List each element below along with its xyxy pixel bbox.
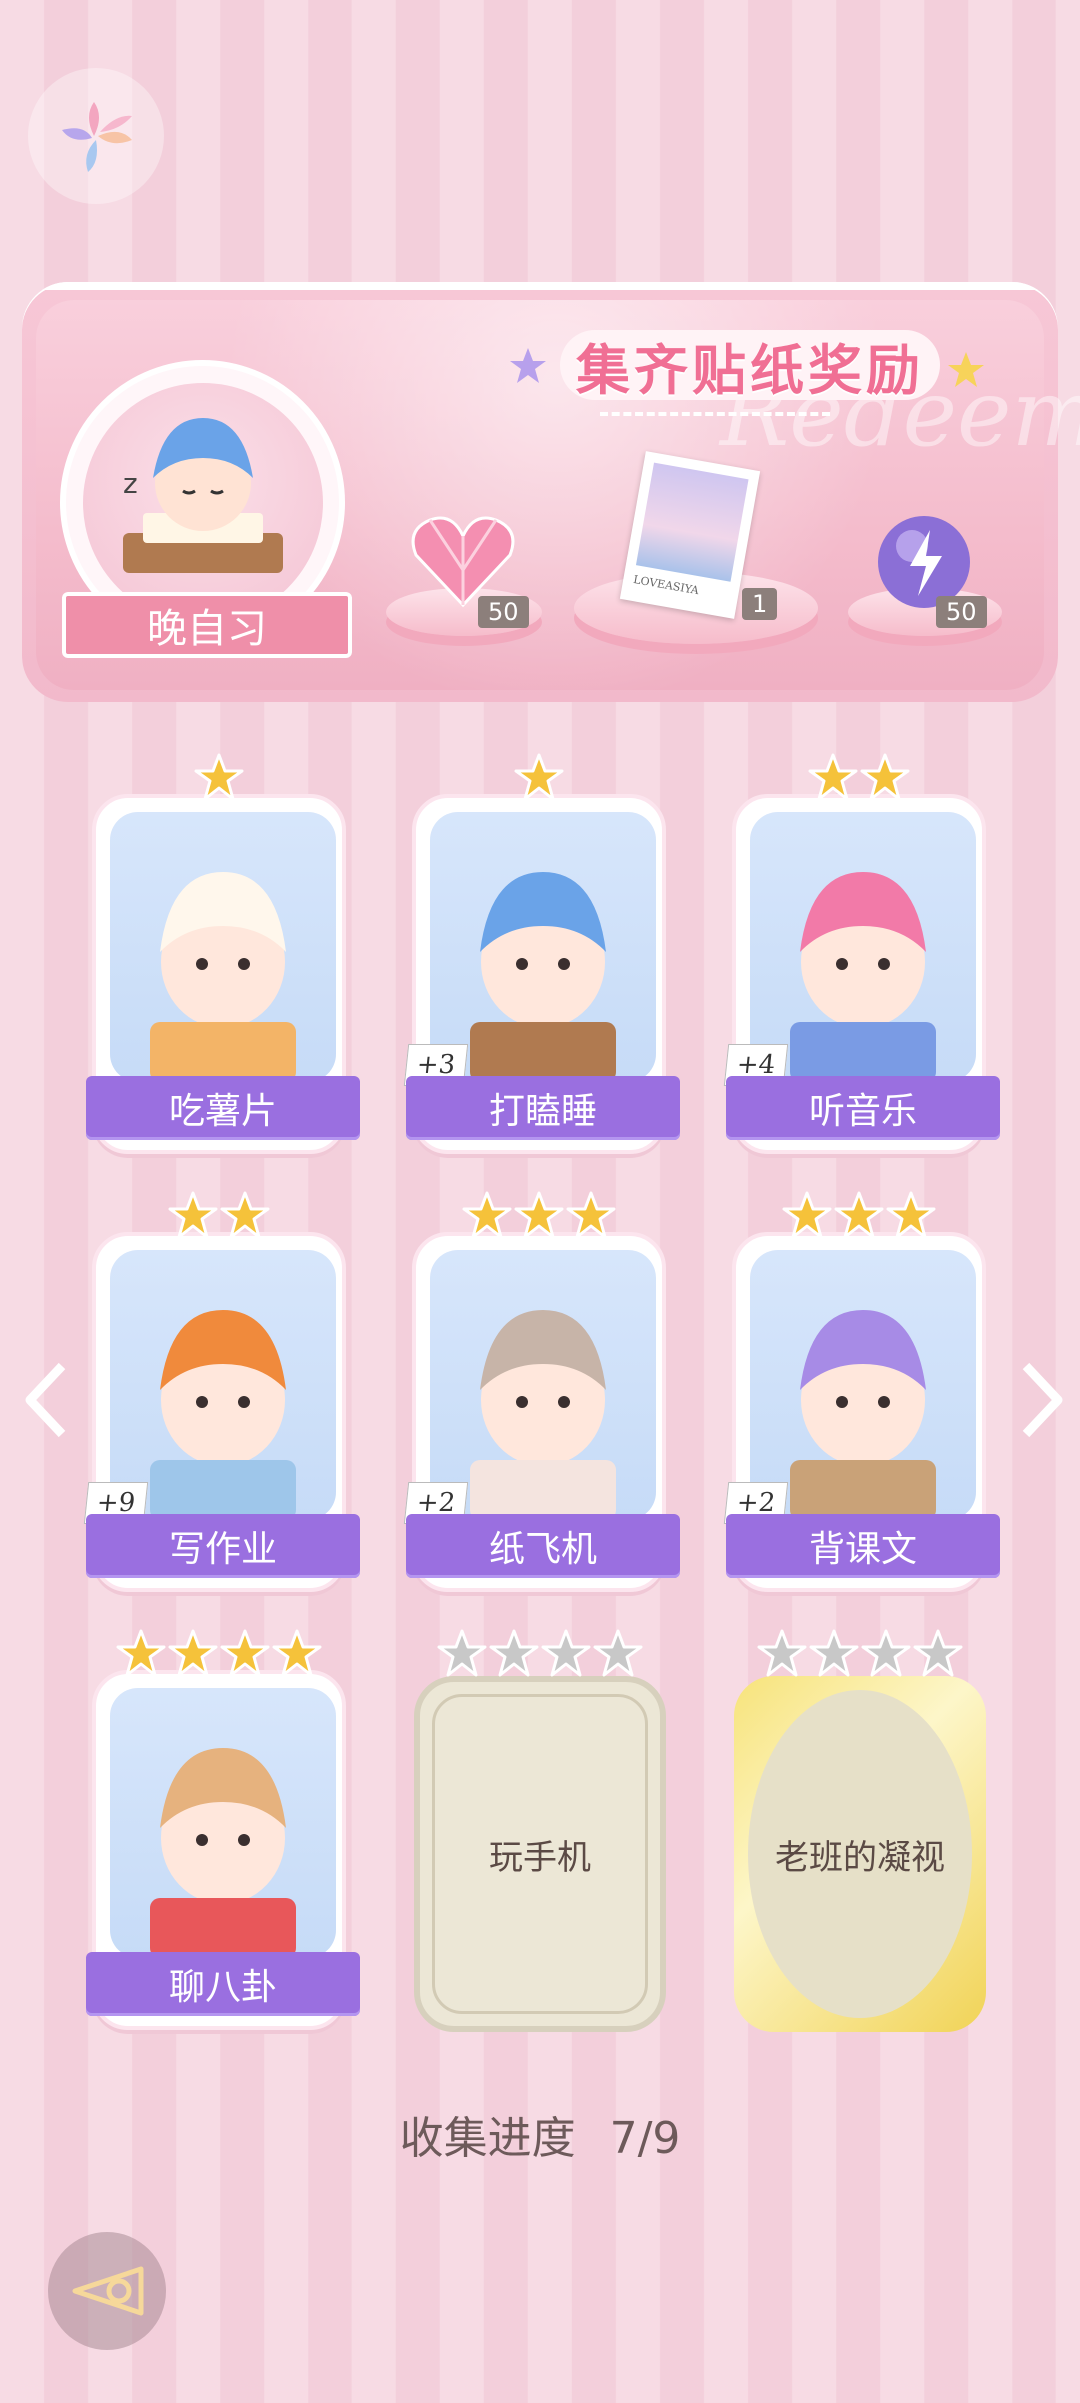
sticker-card[interactable]: 吃薯片: [86, 794, 360, 1154]
star-icon: [913, 1629, 963, 1677]
sticker-card[interactable]: +2 背课文: [723, 1232, 1000, 1592]
cat-eating-chips-icon: [150, 872, 296, 1082]
star-rating: [781, 1190, 937, 1242]
sticker-card[interactable]: 聊八卦: [86, 1670, 360, 2030]
girl-in-classroom-icon: [790, 1310, 936, 1520]
progress-value: 7/9: [609, 2113, 681, 2164]
star-rating: [436, 1628, 644, 1680]
locked-sticker-label: 玩手机: [489, 1837, 591, 1878]
star-icon: [566, 1191, 616, 1239]
sticker-art: [750, 812, 976, 1082]
star-icon: [220, 1191, 270, 1239]
star-rating: [513, 752, 565, 804]
sticker-art: [110, 812, 336, 1082]
prev-page-arrow[interactable]: [22, 1360, 70, 1459]
sticker-card[interactable]: +9 写作业: [83, 1232, 360, 1592]
star-rating: [807, 752, 911, 804]
star-icon: [194, 753, 244, 801]
locked-sticker-card[interactable]: 玩手机: [414, 1676, 666, 2032]
pink-heart-gem-icon: [411, 516, 515, 608]
cat-on-paper-plane-icon: [470, 1310, 616, 1520]
banner-divider: [600, 412, 830, 416]
reward-count: 1: [742, 588, 778, 620]
sticker-label: 背课文: [726, 1514, 1000, 1578]
star-icon: [593, 1629, 643, 1677]
pinwheel-icon: [62, 102, 132, 172]
star-rating: [167, 1190, 271, 1242]
event-name-ribbon: 晚自习: [62, 592, 352, 658]
sticker-label: 听音乐: [726, 1076, 1000, 1140]
star-icon: [272, 1629, 322, 1677]
star-icon: [809, 1629, 859, 1677]
chevron-left-icon: [25, 1362, 66, 1438]
locked-sticker-label: 老班的凝视: [775, 1837, 945, 1878]
star-icon: [514, 753, 564, 801]
star-icon: [757, 1629, 807, 1677]
sticker-card[interactable]: +3 打瞌睡: [403, 794, 680, 1154]
star-icon: [489, 1629, 539, 1677]
sticker-art: [110, 1688, 336, 1958]
progress-label: 收集进度: [399, 2113, 576, 2164]
locked-sticker-card[interactable]: 老班的凝视: [734, 1676, 986, 2032]
sticker-label: 聊八卦: [86, 1952, 360, 2016]
star-icon: [462, 1191, 512, 1239]
reward-count: 50: [478, 596, 529, 628]
chevron-right-icon: [1022, 1362, 1063, 1438]
purple-star-icon: [510, 348, 546, 383]
photo-card-caption: LOVEASIYA: [632, 572, 700, 598]
yellow-star-icon: [948, 352, 984, 387]
star-icon: [782, 1191, 832, 1239]
sticker-label: 纸飞机: [406, 1514, 680, 1578]
star-icon: [514, 1191, 564, 1239]
sticker-art: [430, 812, 656, 1082]
star-icon: [168, 1629, 218, 1677]
sticker-art: [110, 1250, 336, 1520]
sticker-card[interactable]: +4 听音乐: [723, 794, 1000, 1154]
banner-title: 集齐贴纸奖励: [560, 330, 940, 402]
star-icon: [834, 1191, 884, 1239]
star-icon: [808, 753, 858, 801]
boy-sleeping-on-desk-icon: [470, 872, 616, 1082]
boy-doing-homework-icon: [150, 1310, 296, 1520]
star-icon: [168, 1191, 218, 1239]
star-icon: [437, 1629, 487, 1677]
app-logo[interactable]: [28, 68, 164, 204]
reward-count: 50: [936, 596, 987, 628]
sleeping-boy-icon: z: [122, 417, 283, 573]
star-icon: [861, 1629, 911, 1677]
sticker-card[interactable]: +2 纸飞机: [403, 1232, 680, 1592]
star-rating: [115, 1628, 323, 1680]
star-icon: [541, 1629, 591, 1677]
girl-with-headphones-icon: [790, 872, 936, 1082]
next-page-arrow[interactable]: [1018, 1360, 1066, 1459]
sticker-label: 打瞌睡: [406, 1076, 680, 1140]
sticker-label: 写作业: [86, 1514, 360, 1578]
back-arrow-icon: [72, 2266, 144, 2316]
star-icon: [220, 1629, 270, 1677]
svg-text:z: z: [123, 467, 138, 500]
star-rating: [461, 1190, 617, 1242]
dog-eating-watermelon-icon: [150, 1748, 296, 1958]
sticker-art: [750, 1250, 976, 1520]
sticker-label: 吃薯片: [86, 1076, 360, 1140]
star-rating: [756, 1628, 964, 1680]
collection-progress: 收集进度 7/9: [0, 2102, 1080, 2166]
star-rating: [193, 752, 245, 804]
sticker-art: [430, 1250, 656, 1520]
star-icon: [860, 753, 910, 801]
star-icon: [886, 1191, 936, 1239]
back-button[interactable]: [48, 2232, 166, 2350]
star-icon: [116, 1629, 166, 1677]
